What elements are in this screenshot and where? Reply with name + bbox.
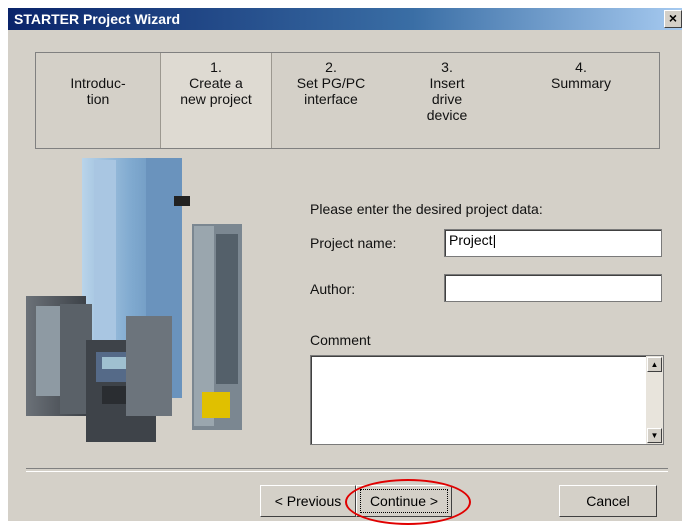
- close-icon[interactable]: ×: [664, 10, 682, 28]
- wizard-dialog: STARTER Project Wizard × Introduc- tion …: [8, 8, 682, 525]
- step-introduction[interactable]: Introduc- tion: [36, 53, 160, 148]
- window-title: STARTER Project Wizard: [14, 11, 181, 27]
- step-insert-drive-device[interactable]: 3. Insert drive device: [392, 53, 502, 148]
- step-number: 4.: [575, 59, 587, 75]
- step-summary[interactable]: 4. Summary: [506, 53, 656, 148]
- previous-button[interactable]: < Previous: [260, 485, 356, 517]
- step-number: 3.: [441, 59, 453, 75]
- form-prompt: Please enter the desired project data:: [310, 201, 543, 217]
- step-number: 1.: [210, 59, 222, 75]
- project-name-label: Project name:: [310, 235, 397, 251]
- comment-textarea[interactable]: ▲ ▼: [310, 355, 664, 445]
- step-set-pgpc-interface[interactable]: 2. Set PG/PC interface: [272, 53, 390, 148]
- cancel-button[interactable]: Cancel: [559, 485, 657, 517]
- author-field[interactable]: [444, 274, 662, 302]
- step-label: Create a new project: [180, 75, 252, 107]
- scroll-down-icon[interactable]: ▼: [647, 428, 662, 443]
- wizard-steps: Introduc- tion 1. Create a new project 2…: [35, 52, 660, 149]
- project-name-field[interactable]: Project|: [444, 229, 662, 257]
- scroll-up-icon[interactable]: ▲: [647, 357, 662, 372]
- author-label: Author:: [310, 281, 356, 297]
- step-create-project[interactable]: 1. Create a new project: [160, 53, 272, 148]
- step-label: Summary: [551, 75, 611, 91]
- step-number: 2.: [325, 59, 337, 75]
- comment-scrollbar[interactable]: ▲ ▼: [646, 356, 663, 444]
- comment-label: Comment: [310, 332, 371, 348]
- button-separator: [26, 468, 668, 472]
- step-label: Insert drive device: [426, 75, 468, 123]
- step-number: [36, 59, 160, 75]
- highlight-ellipse: [345, 479, 471, 525]
- title-bar[interactable]: STARTER Project Wizard ×: [8, 8, 682, 30]
- step-label: Set PG/PC interface: [296, 75, 366, 107]
- drive-units-image: [26, 156, 272, 446]
- step-label: Introduc- tion: [70, 75, 126, 107]
